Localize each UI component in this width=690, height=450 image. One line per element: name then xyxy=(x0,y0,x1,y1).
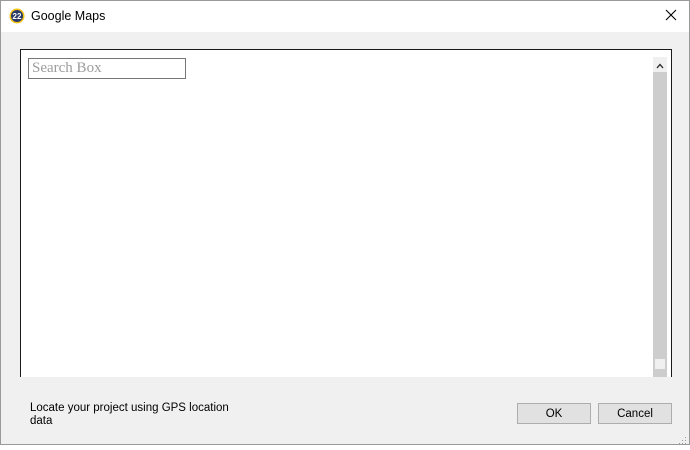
close-button[interactable] xyxy=(653,1,689,32)
dialog-window: 22 Google Maps Search Box Locate your pr… xyxy=(0,0,690,445)
title-bar[interactable]: 22 Google Maps xyxy=(1,1,689,32)
cancel-button[interactable]: Cancel xyxy=(598,403,672,424)
vertical-scrollbar[interactable] xyxy=(653,57,667,377)
map-frame xyxy=(20,49,672,377)
scroll-thumb[interactable] xyxy=(655,359,665,369)
scroll-up-button[interactable] xyxy=(653,57,667,72)
search-input[interactable] xyxy=(28,58,186,79)
resize-grip-icon[interactable] xyxy=(677,432,687,444)
status-text: Locate your project using GPS location d… xyxy=(30,402,229,427)
app-logo-text: 22 xyxy=(13,12,22,21)
scroll-track[interactable] xyxy=(653,72,667,377)
close-icon xyxy=(665,8,677,26)
ok-button[interactable]: OK xyxy=(517,403,591,424)
app-logo-icon: 22 xyxy=(9,8,25,24)
window-title: Google Maps xyxy=(31,9,106,23)
map-view[interactable] xyxy=(21,50,649,377)
chevron-up-icon xyxy=(656,56,664,74)
